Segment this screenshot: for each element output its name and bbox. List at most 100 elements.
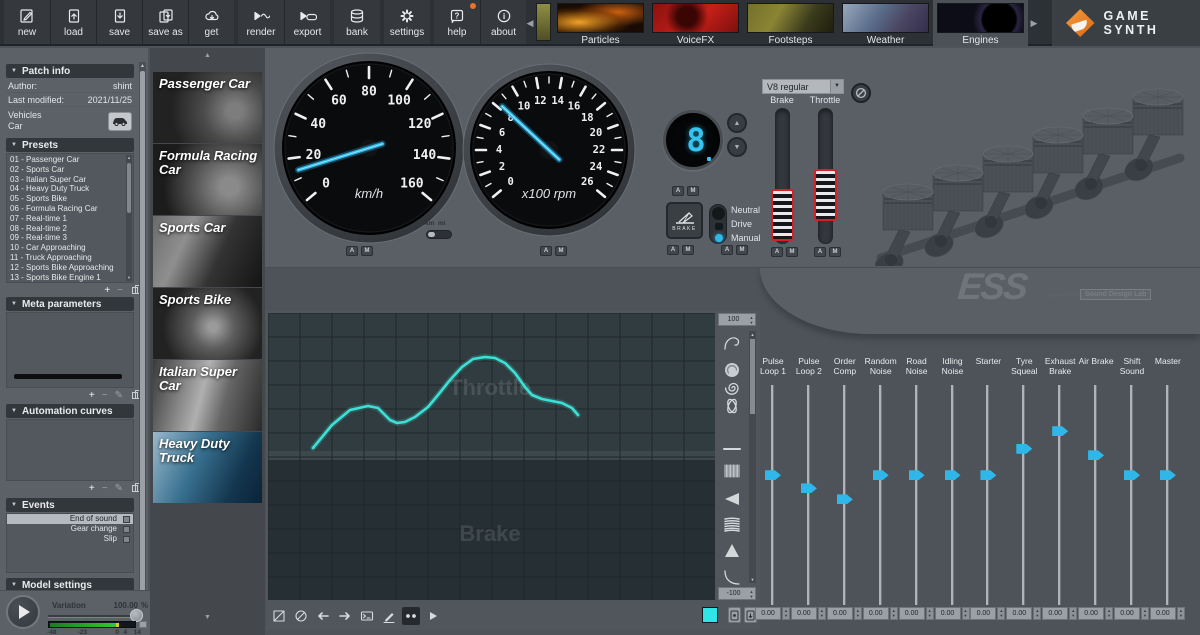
channel-value-field[interactable]: 0.00 [755, 607, 781, 620]
add-curve-button[interactable]: + [89, 483, 95, 494]
channel-value-field[interactable]: 0.00 [970, 607, 997, 620]
vehicle-item-formula-racing-car[interactable]: Formula Racing Car [153, 144, 262, 215]
presets-scrollbar[interactable]: ▲ ▼ [126, 155, 132, 281]
event-checkbox[interactable] [123, 535, 130, 543]
remove-preset-button[interactable]: − [117, 285, 123, 296]
auto-button[interactable]: A [771, 247, 783, 257]
editor-tool-arrow-right-button[interactable] [336, 607, 354, 625]
channel-value-field[interactable]: 0.00 [1042, 607, 1069, 620]
scroll-up-icon[interactable]: ▲ [749, 331, 756, 338]
channel-value-spinner[interactable]: ▲ ▼ [782, 607, 790, 620]
toolbar-save-button[interactable]: save [96, 0, 142, 44]
auto-button[interactable]: A [540, 246, 552, 256]
auto-button[interactable]: A [814, 247, 826, 257]
meter-option-button[interactable] [139, 621, 147, 628]
vehicle-item-sports-car[interactable]: Sports Car [153, 216, 262, 287]
channel-slider-track[interactable] [1165, 385, 1169, 605]
toolbar-help-button[interactable]: ? help [434, 0, 480, 44]
preset-item[interactable]: 07 - Real-time 1 [10, 214, 133, 224]
channel-slider-handle[interactable] [836, 494, 853, 505]
channel-value-field[interactable]: 0.00 [934, 607, 961, 620]
event-item-gear-change[interactable]: Gear change [7, 524, 133, 534]
channel-value-field[interactable]: 0.00 [898, 607, 925, 620]
transmission-drive-radio[interactable] [715, 223, 723, 230]
vehicle-scroll-down-button[interactable]: ▼ [150, 614, 265, 624]
variation-slider[interactable] [48, 615, 136, 618]
curve-tool-line-icon[interactable] [720, 437, 744, 461]
toolbar-about-button[interactable]: i about [480, 0, 526, 44]
auto-button[interactable]: A [672, 186, 684, 196]
preset-item[interactable]: 12 - Sports Bike Approaching [10, 263, 133, 273]
editor-tool-marquee-button[interactable] [270, 607, 288, 625]
scroll-down-icon[interactable]: ▼ [126, 275, 132, 281]
channel-slider-handle[interactable] [908, 470, 925, 481]
preset-item[interactable]: 01 - Passenger Car [10, 155, 133, 165]
event-checkbox[interactable] [123, 515, 130, 523]
editor-tool-pencil-button[interactable] [380, 607, 398, 625]
channel-slider-handle[interactable] [944, 470, 961, 481]
toolbar-bank-button[interactable]: bank [334, 0, 380, 44]
transmission-manual-radio[interactable] [715, 234, 723, 242]
duplicate-preset-button[interactable] [132, 285, 143, 294]
km-mi-toggle[interactable] [426, 230, 452, 239]
section-header-presets[interactable]: ▼ Presets [6, 138, 134, 152]
preset-item[interactable]: 04 - Heavy Duty Truck [10, 184, 133, 194]
channel-value-spinner[interactable]: ▲ ▼ [997, 607, 1006, 620]
load-curve-button[interactable] [728, 607, 741, 623]
manual-button[interactable]: M [786, 247, 798, 257]
toolbar-export-button[interactable]: export [284, 0, 330, 44]
channel-value-field[interactable]: 0.00 [862, 607, 889, 620]
remove-curve-button[interactable]: − [102, 483, 108, 494]
channel-value-spinner[interactable]: ▲ ▼ [1069, 607, 1078, 620]
channel-value-spinner[interactable]: ▲ ▼ [1141, 607, 1149, 620]
brake-slider-handle[interactable] [771, 189, 794, 242]
channel-value-field[interactable]: 0.00 [826, 607, 853, 620]
duplicate-curve-button[interactable] [132, 483, 143, 492]
channel-slider-track[interactable] [1094, 385, 1098, 605]
channel-value-spinner[interactable]: ▲ ▼ [817, 607, 826, 620]
channel-value-field[interactable]: 0.00 [1149, 607, 1176, 620]
channel-value-spinner[interactable]: ▲ ▼ [925, 607, 934, 620]
channel-value-field[interactable]: 0.00 [1078, 607, 1105, 620]
editor-tool-arrow-left-button[interactable] [314, 607, 332, 625]
preset-item[interactable]: 09 - Real-time 3 [10, 233, 133, 243]
auto-button[interactable]: A [667, 245, 679, 255]
channel-value-spinner[interactable]: ▲ ▼ [961, 607, 970, 620]
preset-item[interactable]: 10 - Car Approaching [10, 243, 133, 253]
preset-item[interactable]: 02 - Sports Car [10, 165, 133, 175]
preset-item[interactable]: 13 - Sports Bike Engine 1 [10, 273, 133, 283]
channel-slider-handle[interactable] [872, 470, 889, 481]
preset-item[interactable]: 11 - Truck Approaching [10, 253, 133, 263]
range-max-spinner[interactable]: 100 ▲ ▼ [718, 313, 756, 326]
transmission-neutral-radio[interactable] [712, 207, 725, 220]
channel-slider-track[interactable] [986, 385, 990, 605]
preset-item[interactable]: 06 - Formula Racing Car [10, 204, 133, 214]
section-header-patch-info[interactable]: ▼ Patch info [6, 64, 134, 78]
play-button[interactable] [6, 595, 40, 629]
channel-value-spinner[interactable]: ▲ ▼ [1176, 607, 1185, 620]
channel-slider-handle[interactable] [1016, 443, 1033, 454]
manual-button[interactable]: M [736, 245, 748, 255]
dropdown-arrow-icon[interactable]: ▼ [830, 80, 843, 93]
toolbar-load-button[interactable]: load [50, 0, 96, 44]
channel-slider-track[interactable] [771, 385, 774, 605]
channel-slider-handle[interactable] [1124, 470, 1140, 481]
channel-slider-handle[interactable] [1052, 426, 1069, 437]
duplicate-meta-button[interactable] [132, 390, 143, 399]
vehicle-item-passenger-car[interactable]: Passenger Car [153, 72, 262, 143]
channel-slider-handle[interactable] [765, 470, 781, 481]
preset-item[interactable]: 08 - Real-time 2 [10, 224, 133, 234]
editor-tool-slash-button[interactable] [292, 607, 310, 625]
toolbar-new-button[interactable]: new [4, 0, 50, 44]
brake-pedal-button[interactable]: BRAKE [666, 202, 703, 239]
toolbar-settings-button[interactable]: settings [384, 0, 430, 44]
channel-slider-handle[interactable] [1159, 470, 1176, 481]
vehicle-item-heavy-duty-truck[interactable]: Heavy Duty Truck [153, 432, 262, 503]
toolbar-save-as-button[interactable]: save as [142, 0, 188, 44]
spinner-arrows-icon[interactable]: ▲ ▼ [748, 315, 755, 325]
channel-value-spinner[interactable]: ▲ ▼ [1033, 607, 1042, 620]
tab-voicefx[interactable]: VoiceFX [648, 0, 743, 46]
curve-color-swatch[interactable] [702, 607, 718, 623]
section-header-automation-curves[interactable]: ▼ Automation curves [6, 404, 134, 418]
manual-button[interactable]: M [687, 186, 699, 196]
